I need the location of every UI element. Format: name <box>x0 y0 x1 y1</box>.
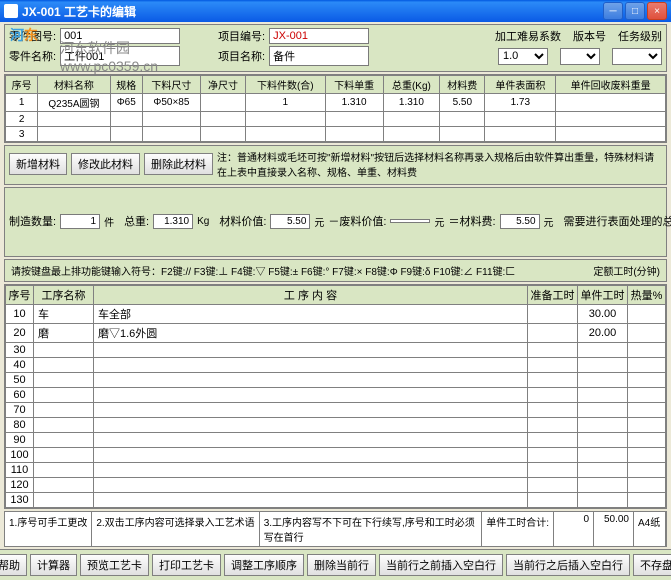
mat-header: 总重(Kg) <box>383 76 440 94</box>
scrap-value[interactable] <box>390 219 430 223</box>
hint-2: 2.双击工序内容可选择录入工艺术语 <box>92 512 259 546</box>
mat-header: 序号 <box>6 76 38 94</box>
calculator-button[interactable]: 计算器 <box>30 554 77 576</box>
mat-header: 下料单重 <box>325 76 383 94</box>
proj-no-label: 项目编号: <box>218 28 265 44</box>
mat-header: 单件表面积 <box>485 76 556 94</box>
hint-1: 1.序号可手工更改 <box>5 512 92 546</box>
mat-row[interactable]: 1Q235A圆钢Φ65Φ50×8511.3101.3105.501.73 <box>6 94 666 112</box>
proc-header: 工 序 内 容 <box>94 286 528 305</box>
qty-value[interactable]: 1 <box>60 214 100 229</box>
proc-row[interactable]: 30 <box>6 343 666 358</box>
key-hint: 请按键盘最上排功能键输入符号：F2键:// F3键:⊥ F4键:▽ F5键:± … <box>11 263 593 278</box>
proc-row[interactable]: 20磨磨▽1.6外圆20.00 <box>6 324 666 343</box>
mat-header: 净尺寸 <box>200 76 245 94</box>
close-button[interactable]: × <box>647 2 667 20</box>
maximize-button[interactable]: □ <box>625 2 645 20</box>
total-label: 单件工时合计: <box>482 512 554 546</box>
price-label: 材料价值: <box>219 213 266 229</box>
qty-label: 制造数量: <box>9 213 56 229</box>
material-note: 注：普通材料或毛坯可按"新增材料"按钮后选择材料名称再录入规格后由软件算出重量，… <box>217 149 662 179</box>
watermark: 河东软件园www.pc0359.cn <box>60 38 158 74</box>
proc-row[interactable]: 80 <box>6 418 666 433</box>
mat-header: 材料费 <box>440 76 485 94</box>
mat-header: 规格 <box>110 76 142 94</box>
add-material-button[interactable]: 新增材料 <box>9 153 67 175</box>
exit-nosave-button[interactable]: 不存盘退出 <box>633 554 671 576</box>
matcost-value: 5.50 <box>500 214 540 229</box>
part-name-label: 零件名称: <box>9 48 56 64</box>
weight-label: 总重: <box>124 213 149 229</box>
proc-header: 热量% <box>628 286 666 305</box>
difficulty-label: 加工难易系数 <box>495 28 561 44</box>
insert-after-button[interactable]: 当前行之后插入空白行 <box>506 554 630 576</box>
process-table[interactable]: 序号工序名称工 序 内 容准备工时单件工时热量% 10车车全部30.0020磨磨… <box>5 285 666 508</box>
total-prep: 0 <box>554 512 594 546</box>
mat-row[interactable]: 2 <box>6 112 666 127</box>
task-level-label: 任务级别 <box>618 28 662 44</box>
window-title: JX-001 工艺卡的编辑 <box>22 3 603 20</box>
preview-button[interactable]: 预览工艺卡 <box>80 554 149 576</box>
delete-row-button[interactable]: 删除当前行 <box>307 554 376 576</box>
proc-row[interactable]: 120 <box>6 478 666 493</box>
insert-before-button[interactable]: 当前行之前插入空白行 <box>379 554 503 576</box>
proc-row[interactable]: 50 <box>6 373 666 388</box>
price-value: 5.50 <box>270 214 310 229</box>
matcost-label: ＝材料费: <box>448 213 495 229</box>
fixed-time-label: 定额工时(分钟) <box>593 263 660 278</box>
proj-no-value: JX-001 <box>269 28 369 44</box>
proc-row[interactable]: 40 <box>6 358 666 373</box>
version-select[interactable] <box>560 48 600 65</box>
scrap-label: －废料价值: <box>328 213 386 229</box>
difficulty-select[interactable]: 1.0 <box>498 48 548 65</box>
delete-material-button[interactable]: 删除此材料 <box>144 153 213 175</box>
surface-label: 需要进行表面处理的总表面积: <box>564 213 671 229</box>
proc-row[interactable]: 110 <box>6 463 666 478</box>
part-no-label: 零件图号: <box>9 28 56 44</box>
mat-header: 单件回收废料重量 <box>556 76 666 94</box>
proc-header: 工序名称 <box>34 286 94 305</box>
total-unit: 50.00 <box>594 512 634 546</box>
reorder-button[interactable]: 调整工序顺序 <box>224 554 304 576</box>
proj-name-value: 备件 <box>269 46 369 66</box>
proc-row[interactable]: 100 <box>6 448 666 463</box>
paper-size: A4纸 <box>634 512 666 546</box>
proc-row[interactable]: 10车车全部30.00 <box>6 305 666 324</box>
proc-header: 准备工时 <box>528 286 578 305</box>
edit-material-button[interactable]: 修改此材料 <box>71 153 140 175</box>
print-button[interactable]: 打印工艺卡 <box>152 554 221 576</box>
weight-value: 1.310 <box>153 214 193 229</box>
minimize-button[interactable]: ─ <box>603 2 623 20</box>
version-label: 版本号 <box>573 28 606 44</box>
task-level-select[interactable] <box>612 48 662 65</box>
proc-header: 单件工时 <box>578 286 628 305</box>
app-icon <box>4 4 18 18</box>
mat-header: 下料尺寸 <box>142 76 200 94</box>
mat-header: 下料件数(合) <box>246 76 326 94</box>
material-table[interactable]: 序号材料名称规格下料尺寸净尺寸下料件数(合)下料单重总重(Kg)材料费单件表面积… <box>5 75 666 142</box>
mat-row[interactable]: 3 <box>6 127 666 142</box>
proc-row[interactable]: 60 <box>6 388 666 403</box>
proc-row[interactable]: 70 <box>6 403 666 418</box>
proc-row[interactable]: 130 <box>6 493 666 508</box>
hint-3: 3.工序内容写不下可在下行续写,序号和工时必须写在首行 <box>260 512 483 546</box>
proj-name-label: 项目名称: <box>218 48 265 64</box>
help-button[interactable]: 帮助 <box>0 554 27 576</box>
proc-header: 序号 <box>6 286 34 305</box>
mat-header: 材料名称 <box>38 76 110 94</box>
proc-row[interactable]: 90 <box>6 433 666 448</box>
